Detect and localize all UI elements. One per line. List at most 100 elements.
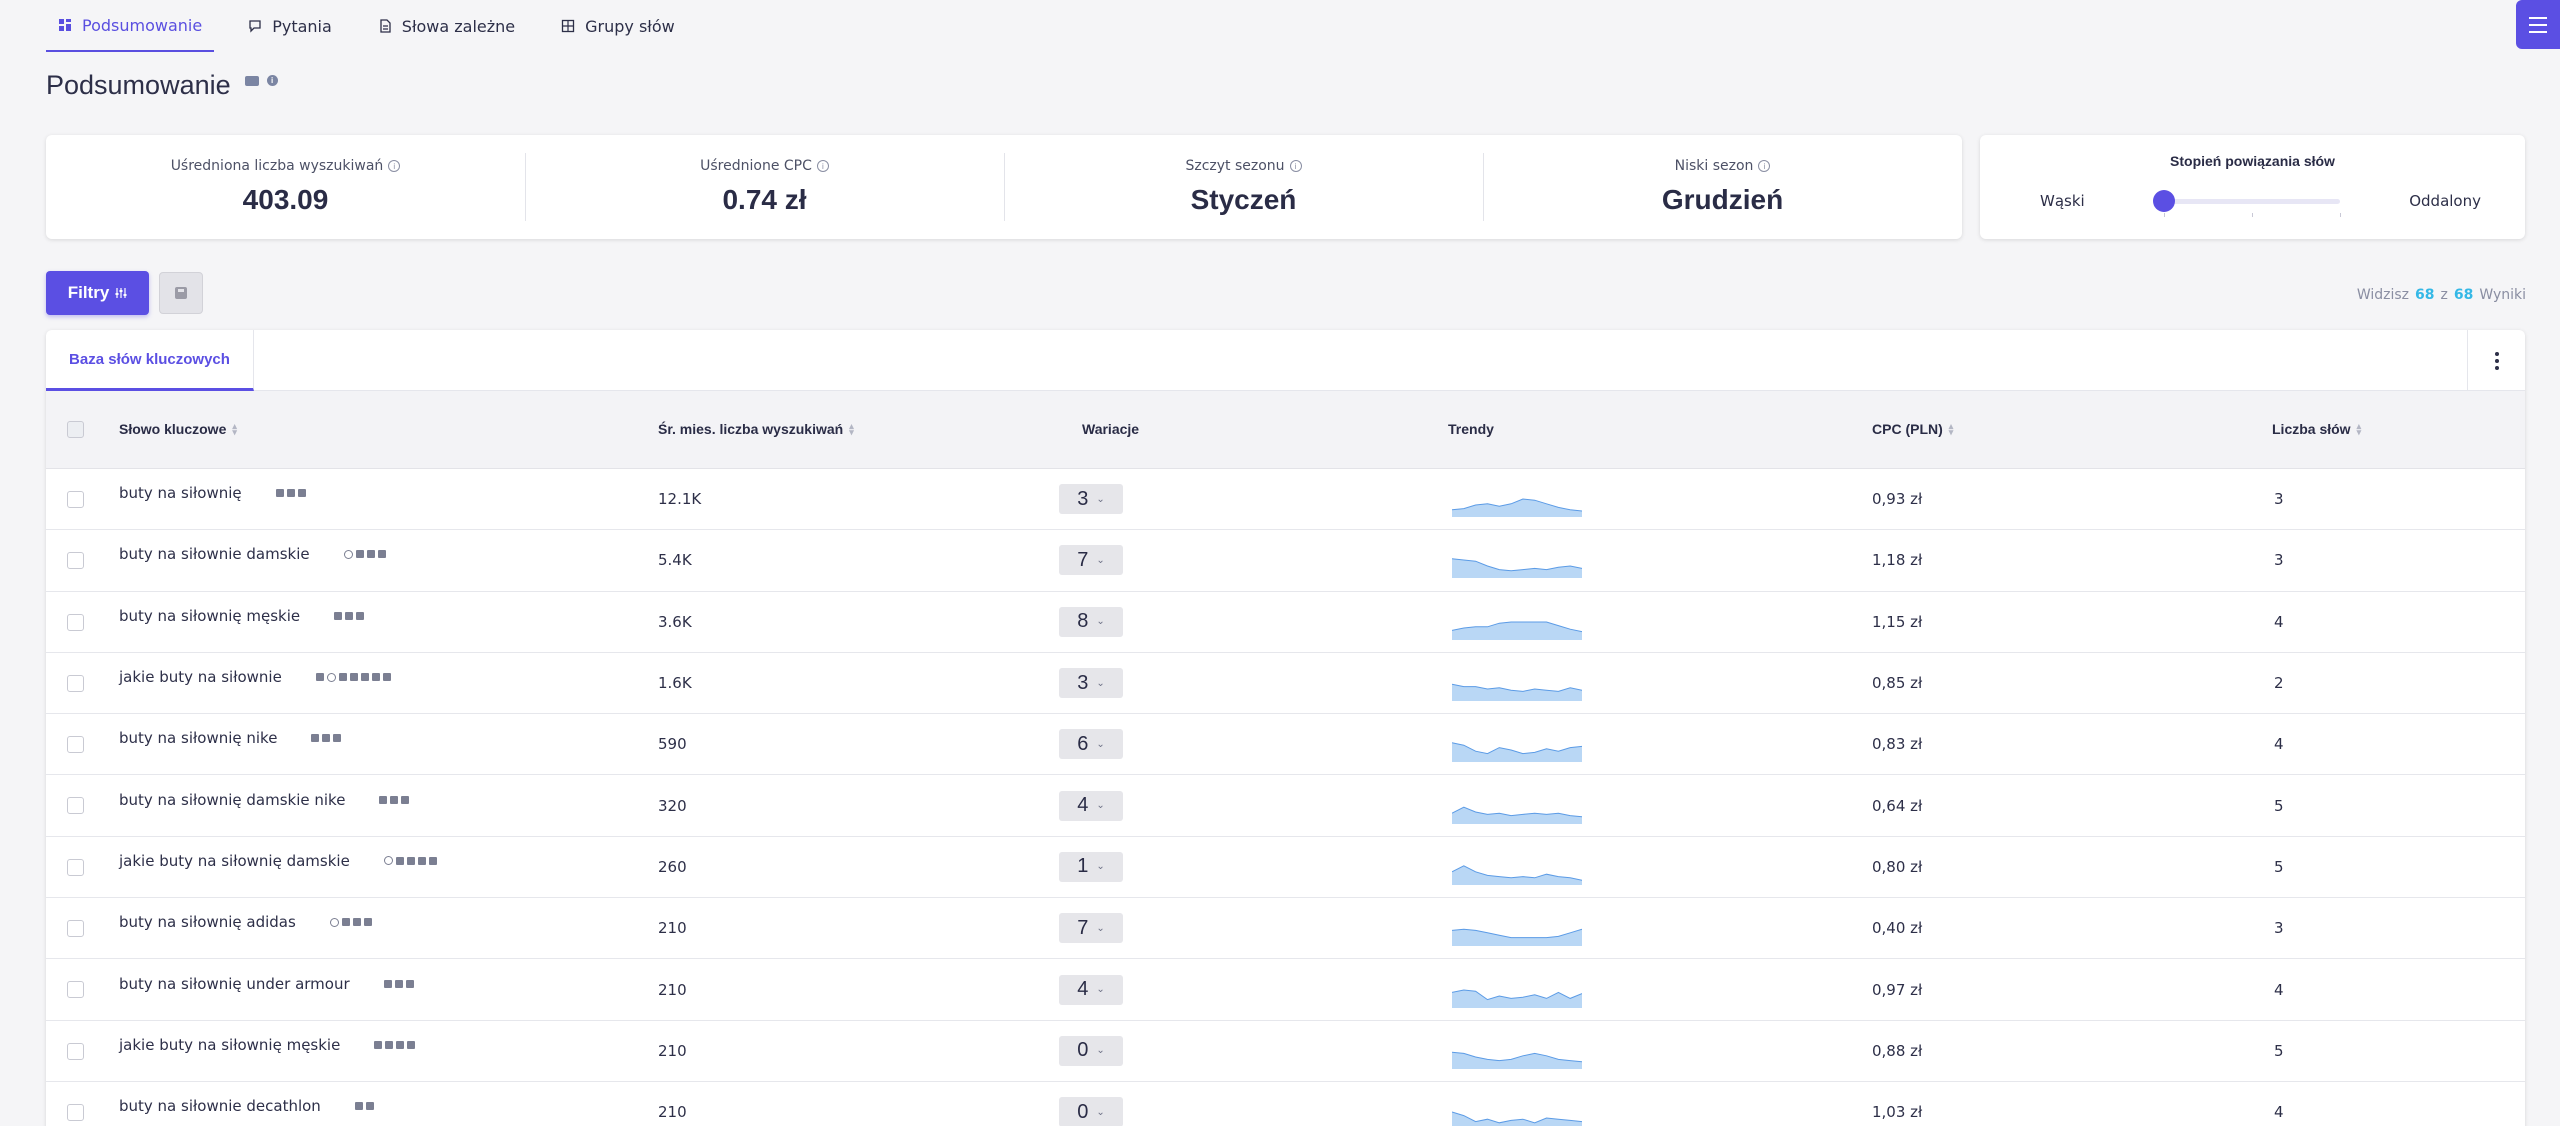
google-icon [383,856,393,866]
row-checkbox[interactable] [67,491,84,508]
trend-cell [1452,959,1582,1019]
results-prefix: Widzisz [2356,287,2410,303]
keyword-text[interactable]: buty na siłownie decathlon [119,1097,321,1115]
info-icon[interactable]: i [1289,160,1302,172]
keyword-text[interactable]: jakie buty na siłownie [119,668,282,686]
cpc-cell: 1,03 zł [1872,1103,1923,1122]
keyword-text[interactable]: buty na siłownię nike [119,729,277,747]
tab-pytania[interactable]: Pytania [236,0,344,52]
list-icon [407,1040,416,1049]
select-all-checkbox[interactable] [67,421,84,438]
header-label: Liczba słów [2272,421,2351,437]
results-suffix: Wyniki [2479,287,2526,303]
trend-sparkline [1452,928,1582,947]
variations-dropdown[interactable]: 3 ⌄ [1059,668,1123,699]
row-checkbox[interactable] [67,1103,84,1121]
tab-grupy-slow[interactable]: Grupy słów [549,0,687,52]
keyword-text[interactable]: buty na siłownię [119,484,242,502]
header-keyword[interactable]: Słowo kluczowe ▴ ▾ [119,421,237,437]
row-checkbox[interactable] [67,981,84,999]
row-checkbox[interactable] [67,674,84,692]
relation-slider-handle[interactable] [2153,190,2175,212]
filters-button[interactable]: Filtry [46,271,149,315]
info-icon[interactable]: i [266,75,278,86]
variations-dropdown[interactable]: 4 ⌄ [1059,790,1123,821]
table-row[interactable]: buty na siłownie decathlon 210 0 ⌄ 1,03 zł 4 [46,1082,2525,1126]
header-word-count[interactable]: Liczba słów ▴ ▾ [2272,421,2361,437]
row-checkbox[interactable] [67,797,84,815]
tab-keyword-base[interactable]: Baza słów kluczowych [46,330,254,391]
table-row[interactable]: buty na siłownię under armour 210 4 ⌄ 0,97 z… [46,959,2525,1021]
tab-slowa-zalezne[interactable]: Słowa zależne [366,0,527,52]
volume-cell: 210 [658,1041,687,1060]
variations-dropdown[interactable]: 4 ⌄ [1059,974,1123,1005]
trend-cell [1452,530,1582,590]
header-cpc[interactable]: CPC (PLN) ▴ ▾ [1872,421,1953,437]
trend-cell [1452,714,1582,774]
header-label: Trendy [1448,421,1494,437]
tab-podsumowanie[interactable]: Podsumowanie [46,0,215,52]
variations-dropdown[interactable]: 7 ⌄ [1059,913,1123,944]
keyword-text[interactable]: buty na siłownie damskie [119,545,310,563]
serp-features [315,672,391,682]
trend-sparkline [1452,742,1582,763]
keyword-text[interactable]: jakie buty na siłownię damskie [119,852,350,870]
table-row[interactable]: buty na siłownię męskie 3.6K 8 ⌄ 1,15 zł 4 [46,592,2525,653]
save-button[interactable] [159,272,203,314]
chevron-down-icon: ⌄ [1096,677,1105,689]
keyword-text[interactable]: buty na siłownię under armour [119,975,350,993]
list-icon [428,856,437,865]
keyword-text[interactable]: buty na siłownię adidas [119,913,296,931]
table-row[interactable]: buty na siłownię 12.1K 3 ⌄ 0,93 zł 3 [46,469,2525,531]
calendar-icon[interactable] [244,75,259,86]
variations-dropdown[interactable]: 1 ⌄ [1059,851,1123,882]
stat-value: 403.09 [242,184,329,215]
relation-max-label: Oddalony [2409,192,2481,210]
list-icon [371,673,380,682]
chevron-down-icon: ⌄ [1096,1106,1105,1118]
variations-count: 3 [1077,671,1089,694]
header-volume[interactable]: Śr. mies. liczba wyszukiwań ▴ ▾ [658,421,854,437]
variations-cell: 8 ⌄ [1059,592,1123,652]
keyword-text[interactable]: jakie buty na siłownię męskie [119,1036,340,1054]
variations-dropdown[interactable]: 0 ⌄ [1059,1097,1123,1126]
trend-cell [1452,775,1582,835]
table-row[interactable]: buty na siłownię adidas 210 7 ⌄ 0,40 zł 3 [46,898,2525,960]
variations-count: 6 [1077,732,1089,755]
info-icon[interactable]: i [388,160,401,172]
row-checkbox[interactable] [67,736,84,754]
word-count-cell: 4 [2274,1103,2284,1122]
keyword-text[interactable]: buty na siłownię męskie [119,607,300,625]
trend-sparkline [1452,683,1582,702]
info-icon[interactable]: i [816,160,829,172]
row-checkbox[interactable] [67,1042,84,1060]
more-options-button[interactable] [2467,330,2525,391]
hamburger-menu-button[interactable] [2516,0,2560,49]
cpc-cell: 0,64 zł [1872,796,1923,815]
table-row[interactable]: jakie buty na siłownie 1.6K 3 ⌄ 0,85 zł 2 [46,653,2525,715]
table-row[interactable]: buty na siłownie damskie 5.4K 7 ⌄ 1,18 zł 3 [46,530,2525,592]
table-row[interactable]: jakie buty na siłownię damskie 260 1 ⌄ 0,80 … [46,837,2525,899]
table-row[interactable]: buty na siłownię damskie nike 320 4 ⌄ 0,64 z… [46,775,2525,837]
row-checkbox[interactable] [67,920,84,938]
table-row[interactable]: jakie buty na siłownię męskie 210 0 ⌄ 0,88 z… [46,1021,2525,1082]
variations-dropdown[interactable]: 3 ⌄ [1059,484,1123,515]
document-icon [355,550,364,559]
variations-count: 4 [1077,978,1089,1001]
volume-cell: 1.6K [658,674,692,693]
variations-dropdown[interactable]: 8 ⌄ [1059,606,1123,637]
variations-dropdown[interactable]: 6 ⌄ [1059,729,1123,760]
relation-slider-track[interactable] [2164,199,2340,204]
volume-cell: 210 [658,1103,687,1122]
table-row[interactable]: buty na siłownię nike 590 6 ⌄ 0,83 zł 4 [46,714,2525,776]
row-checkbox[interactable] [67,858,84,876]
row-checkbox[interactable] [67,613,84,631]
keywords-table-card: Baza słów kluczowych Słowo kluczowe ▴ ▾ Śr… [46,330,2525,1126]
row-checkbox[interactable] [67,552,84,570]
info-icon[interactable]: i [1758,160,1771,172]
trend-cell [1452,837,1582,897]
variations-dropdown[interactable]: 7 ⌄ [1059,545,1123,576]
variations-dropdown[interactable]: 0 ⌄ [1059,1035,1123,1066]
word-count-cell: 5 [2274,796,2284,815]
keyword-text[interactable]: buty na siłownię damskie nike [119,791,345,809]
